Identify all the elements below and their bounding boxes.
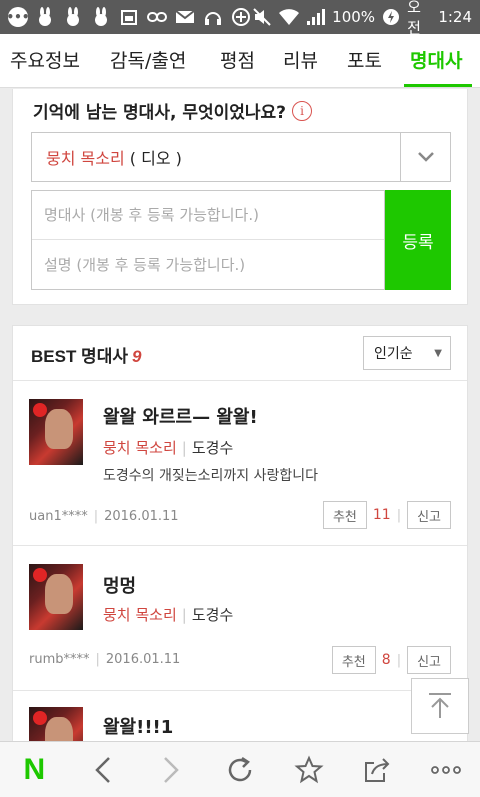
line-actor[interactable]: 도경수	[192, 606, 233, 624]
line-actor[interactable]: 도경수	[192, 439, 233, 457]
browser-toolbar: N	[0, 741, 480, 797]
rabbit-icon	[34, 6, 56, 28]
back-icon	[95, 756, 110, 783]
bookmark-button[interactable]	[285, 746, 333, 794]
report-button[interactable]: 신고	[407, 646, 451, 674]
selected-actor: ( 디오 )	[129, 149, 182, 168]
more-button[interactable]	[422, 746, 470, 794]
line-author: uan1****	[29, 509, 88, 524]
line-actions: 추천 11 | 신고	[322, 501, 451, 529]
data-saver-icon	[230, 6, 252, 28]
wifi-icon	[278, 6, 300, 28]
back-button[interactable]	[79, 746, 127, 794]
tab-review[interactable]: 리뷰	[283, 46, 318, 73]
clock-time: 1:24	[438, 8, 472, 26]
tab-rating[interactable]: 평점	[220, 46, 255, 73]
system-status: 100% 오전 1:24	[252, 0, 472, 38]
line-meta: 뭉치 목소리 | 도경수	[103, 439, 234, 457]
register-button[interactable]: 등록	[385, 190, 451, 290]
line-author-row: rumb**** | 2016.01.11	[29, 652, 181, 667]
mute-icon	[252, 6, 272, 28]
naver-logo: N	[23, 752, 46, 786]
battery-icon	[381, 6, 401, 28]
actor-thumbnail[interactable]	[29, 564, 83, 630]
sort-label: 인기순	[374, 346, 413, 362]
report-button[interactable]: 신고	[407, 501, 451, 529]
rabbit-icon	[90, 6, 112, 28]
notification-icons: •••	[7, 6, 252, 28]
forward-icon	[164, 756, 180, 783]
description-input[interactable]	[32, 240, 384, 289]
link-icon	[146, 6, 168, 28]
tab-famous-lines[interactable]: 명대사	[410, 46, 462, 73]
line-role[interactable]: 뭉치 목소리	[103, 606, 177, 624]
line-quote: 왈왈 와르르— 왈왈!	[103, 407, 258, 428]
chat-icon: •••	[7, 7, 30, 27]
page-content: 기억에 남는 명대사, 무엇이었나요? i 뭉치 목소리 ( 디오 ) 등록 B…	[0, 89, 480, 741]
movie-tabs: 주요정보 감독/출연 평점 리뷰 포토 명대사	[0, 34, 480, 88]
recommend-button[interactable]: 추천	[322, 501, 367, 529]
list-item: 멍멍 뭉치 목소리 | 도경수 rumb**** | 2016.01.11 추천 8 |…	[13, 546, 467, 691]
active-tab-indicator	[404, 84, 472, 87]
line-description: 도경수의 개짖는소리까지 사랑합니다	[103, 468, 318, 484]
best-count: 9	[131, 347, 142, 366]
share-icon	[365, 757, 390, 782]
scroll-top-button[interactable]	[411, 678, 469, 734]
role-select-value: 뭉치 목소리 ( 디오 )	[32, 145, 182, 169]
recommend-button[interactable]: 추천	[331, 646, 376, 674]
best-header: BEST 명대사 9 인기순 ▼	[13, 326, 467, 381]
calendar-icon	[118, 6, 140, 28]
line-author-row: uan1**** | 2016.01.11	[29, 509, 179, 524]
mail-icon	[174, 6, 196, 28]
naver-home-button[interactable]: N	[10, 746, 58, 794]
refresh-button[interactable]	[216, 746, 264, 794]
tab-photo[interactable]: 포토	[347, 46, 382, 73]
recommend-count: 11	[372, 507, 391, 523]
list-item: 왈왈!!!1	[13, 691, 467, 741]
divider: |	[396, 652, 402, 668]
best-lines-card: BEST 명대사 9 인기순 ▼ 왈왈 와르르— 왈왈! 뭉치 목소리 | 도경수 도…	[12, 325, 468, 741]
quote-input[interactable]	[32, 191, 384, 240]
arrow-up-icon	[429, 693, 451, 718]
write-line-card: 기억에 남는 명대사, 무엇이었나요? i 뭉치 목소리 ( 디오 ) 등록	[12, 89, 468, 305]
line-input-group	[31, 190, 385, 290]
signal-icon	[306, 6, 326, 28]
battery-percent: 100%	[332, 8, 376, 26]
divider: |	[396, 507, 402, 523]
forward-button[interactable]	[147, 746, 195, 794]
best-title-text: BEST 명대사	[31, 347, 128, 366]
line-meta: 뭉치 목소리 | 도경수	[103, 606, 234, 624]
clock-ampm: 오전	[407, 0, 421, 37]
line-quote: 왈왈!!!1	[103, 717, 174, 738]
best-title: BEST 명대사 9	[31, 342, 141, 367]
share-button[interactable]	[353, 746, 401, 794]
chevron-down-icon[interactable]	[400, 133, 450, 181]
tab-director-cast[interactable]: 감독/출연	[110, 46, 186, 73]
headset-icon	[202, 6, 224, 28]
line-quote: 멍멍	[103, 576, 137, 597]
more-icon	[430, 765, 461, 774]
tab-main-info[interactable]: 주요정보	[10, 46, 80, 73]
write-question: 기억에 남는 명대사, 무엇이었나요?	[33, 103, 287, 123]
actor-thumbnail[interactable]	[29, 707, 83, 741]
selected-role: 뭉치 목소리	[46, 149, 125, 168]
line-date: 2016.01.11	[104, 509, 179, 524]
write-question-row: 기억에 남는 명대사, 무엇이었나요? i	[33, 98, 313, 123]
line-date: 2016.01.11	[105, 652, 181, 667]
list-item: 왈왈 와르르— 왈왈! 뭉치 목소리 | 도경수 도경수의 개짖는소리까지 사랑합니…	[13, 381, 467, 546]
sort-select[interactable]: 인기순 ▼	[363, 336, 451, 370]
line-author: rumb****	[29, 652, 90, 667]
status-bar: ••• 100% 오전 1:24	[0, 0, 480, 37]
info-icon[interactable]: i	[292, 100, 313, 121]
line-actions: 추천 8 | 신고	[331, 646, 451, 674]
role-select[interactable]: 뭉치 목소리 ( 디오 )	[31, 132, 451, 182]
actor-thumbnail[interactable]	[29, 399, 83, 465]
caret-down-icon: ▼	[434, 347, 442, 359]
recommend-count: 8	[381, 652, 391, 668]
rabbit-icon	[62, 6, 84, 28]
star-icon	[293, 755, 324, 783]
refresh-icon	[228, 756, 252, 781]
line-role[interactable]: 뭉치 목소리	[103, 439, 177, 457]
